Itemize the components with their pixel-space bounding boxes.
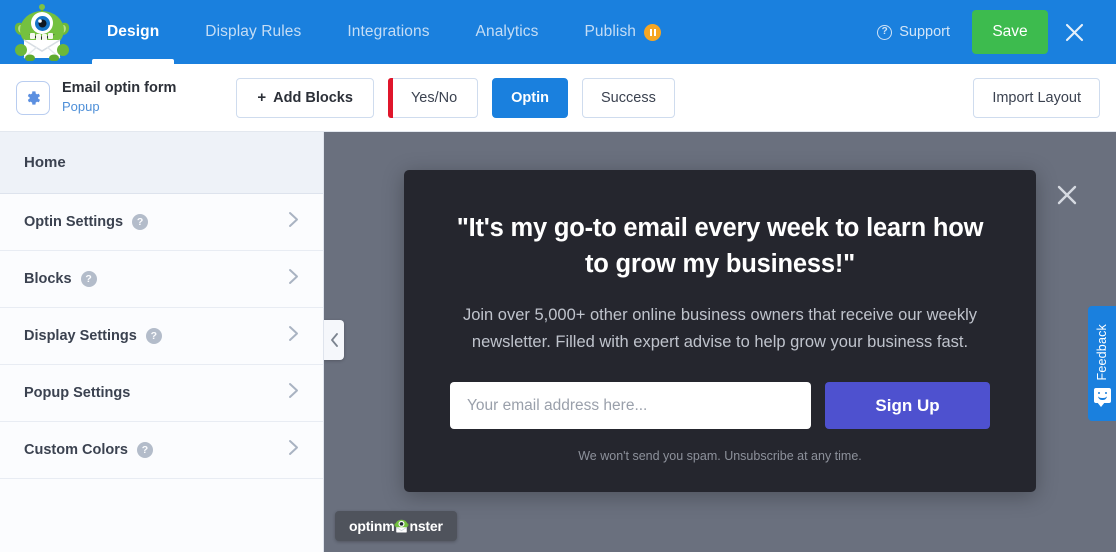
popup-close-button[interactable] <box>1050 178 1084 212</box>
toolbar-right-actions: Import Layout <box>973 77 1100 118</box>
nav-tab-design[interactable]: Design <box>84 0 182 64</box>
nav-tab-display-rules[interactable]: Display Rules <box>182 0 324 64</box>
sidebar-home-header: Home <box>0 132 323 194</box>
chevron-right-icon <box>288 211 299 233</box>
sidebar-item-custom-colors[interactable]: Custom Colors ? <box>0 422 323 479</box>
sidebar-item-label: Blocks <box>24 271 72 287</box>
nav-right-actions: ? Support Save <box>861 0 1116 64</box>
feedback-tab[interactable]: Feedback <box>1088 306 1116 421</box>
collapse-sidebar-button[interactable] <box>324 320 344 360</box>
optinmonster-branding-badge[interactable]: optinm nster <box>335 511 457 541</box>
chat-smiley-icon <box>1093 388 1111 408</box>
sidebar-item-label: Popup Settings <box>24 385 131 401</box>
help-icon[interactable]: ? <box>132 214 149 230</box>
branding-text-right: nster <box>409 518 443 534</box>
import-layout-button[interactable]: Import Layout <box>973 77 1100 118</box>
main-nav-tabs: Design Display Rules Integrations Analyt… <box>84 0 684 64</box>
sidebar-item-label: Display Settings <box>24 328 137 344</box>
pause-status-icon <box>644 23 662 41</box>
chevron-right-icon <box>288 382 299 404</box>
nav-tab-display-rules-label: Display Rules <box>205 23 302 40</box>
optinmonster-mini-mascot-icon <box>394 519 409 532</box>
view-tab-optin[interactable]: Optin <box>492 77 569 118</box>
nav-tab-integrations-label: Integrations <box>347 23 430 40</box>
help-icon[interactable]: ? <box>80 271 97 287</box>
chevron-left-icon <box>330 333 338 347</box>
gear-icon <box>27 90 40 105</box>
view-tab-yesno[interactable]: Yes/No <box>387 77 479 118</box>
settings-sidebar: Home Optin Settings ? Blocks ? Display S… <box>0 132 324 552</box>
nav-tab-publish[interactable]: Publish <box>561 0 684 64</box>
add-blocks-button[interactable]: + Add Blocks <box>236 77 374 118</box>
view-tab-success[interactable]: Success <box>582 77 675 118</box>
campaign-toolbar: Email optin form Popup + Add Blocks Yes/… <box>0 64 1116 132</box>
nav-tab-analytics-label: Analytics <box>475 23 539 40</box>
sidebar-item-label: Optin Settings <box>24 214 124 230</box>
nav-tab-integrations[interactable]: Integrations <box>324 0 452 64</box>
question-mark-icon: ? <box>877 24 893 40</box>
close-icon <box>1065 23 1083 41</box>
optin-form: Sign Up <box>450 382 990 429</box>
top-navigation-bar: Design Display Rules Integrations Analyt… <box>0 0 1116 64</box>
signup-button[interactable]: Sign Up <box>825 382 990 429</box>
app-logo[interactable] <box>0 0 84 64</box>
sidebar-item-optin-settings[interactable]: Optin Settings ? <box>0 194 323 251</box>
branding-text-left: optinm <box>349 518 395 534</box>
sidebar-item-label: Custom Colors <box>24 442 128 458</box>
nav-tab-analytics[interactable]: Analytics <box>453 0 562 64</box>
popup-disclaimer: We won't send you spam. Unsubscribe at a… <box>578 449 862 463</box>
nav-tab-publish-label: Publish <box>584 23 637 40</box>
popup-subtext[interactable]: Join over 5,000+ other online business o… <box>450 302 990 356</box>
campaign-preview-canvas: "It's my go-to email every week to learn… <box>324 132 1116 552</box>
sidebar-item-blocks[interactable]: Blocks ? <box>0 251 323 308</box>
sidebar-item-display-settings[interactable]: Display Settings ? <box>0 308 323 365</box>
help-icon[interactable]: ? <box>136 442 153 458</box>
plus-icon: + <box>257 89 267 106</box>
support-label: Support <box>899 24 950 40</box>
popup-preview: "It's my go-to email every week to learn… <box>404 170 1077 492</box>
nav-tab-design-label: Design <box>107 23 160 40</box>
optinmonster-mascot-logo <box>14 4 70 61</box>
campaign-settings-button[interactable] <box>16 80 50 115</box>
chevron-right-icon <box>288 325 299 347</box>
chevron-right-icon <box>288 268 299 290</box>
popup-headline[interactable]: "It's my go-to email every week to learn… <box>450 210 990 282</box>
email-input[interactable] <box>450 382 811 429</box>
add-blocks-label: Add Blocks <box>273 89 353 106</box>
support-button[interactable]: ? Support <box>861 24 966 40</box>
save-button[interactable]: Save <box>972 10 1048 54</box>
help-icon[interactable]: ? <box>145 328 162 344</box>
close-builder-button[interactable] <box>1048 0 1100 64</box>
optinmonster-campaign-builder: Design Display Rules Integrations Analyt… <box>0 0 1116 552</box>
campaign-title: Email optin form <box>62 80 177 96</box>
feedback-label: Feedback <box>1095 323 1109 381</box>
toolbar-view-switcher: + Add Blocks Yes/No Optin Success <box>236 77 675 118</box>
campaign-type[interactable]: Popup <box>62 98 176 115</box>
campaign-title-block: Email optin form Popup <box>62 80 176 115</box>
sidebar-item-popup-settings[interactable]: Popup Settings <box>0 365 323 422</box>
chevron-right-icon <box>288 439 299 461</box>
close-icon <box>1057 185 1077 205</box>
